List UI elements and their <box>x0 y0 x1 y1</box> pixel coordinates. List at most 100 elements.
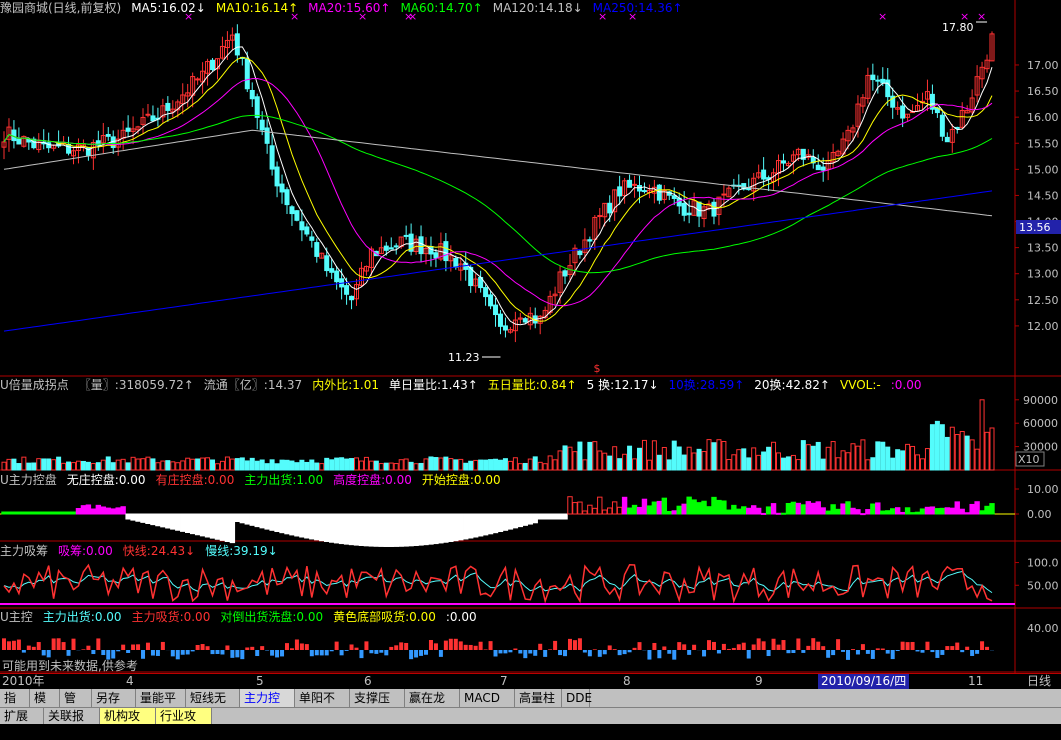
ukong-bar <box>240 650 244 659</box>
ukong-bar <box>469 645 473 650</box>
volume-bar <box>821 459 825 470</box>
ukong-bar <box>439 650 443 657</box>
candle-body <box>489 295 493 306</box>
fast-line <box>4 565 992 601</box>
ctrl-bar <box>647 506 651 514</box>
ext-tab-2[interactable]: 机构攻略 <box>100 708 156 724</box>
ctrl-bar <box>637 507 641 514</box>
volume-bar <box>335 458 339 470</box>
ctrl-bar <box>781 513 785 514</box>
ukong-bar <box>791 650 795 653</box>
candle-body <box>389 248 393 249</box>
tab-10[interactable]: MACD基本 <box>460 689 515 707</box>
ctrl-bar <box>612 502 616 514</box>
ukong-bar <box>920 650 924 653</box>
ctrl-bar <box>553 514 557 519</box>
volume-bar <box>985 432 989 470</box>
ukong-bar <box>935 650 939 658</box>
ctrl-bar <box>687 497 691 514</box>
tab-11[interactable]: 高量柱 <box>515 689 562 707</box>
ctrl-bar <box>617 507 621 514</box>
ctrl-tick-label: 0.00 <box>1027 508 1052 521</box>
candle-body <box>330 269 334 273</box>
ukong-legend-item: 主力吸货:0.00 <box>132 610 211 624</box>
ctrl-bar <box>523 514 527 525</box>
volume-bar <box>364 457 368 470</box>
ukong-bar <box>404 643 408 650</box>
ukong-bar <box>464 645 468 650</box>
date-axis: 2010/09/16/四 日线 2010年45678911 <box>0 673 1061 689</box>
ctrl-bar <box>389 514 393 546</box>
tab-6[interactable]: 主力控盘 <box>240 689 295 707</box>
ctrl-bar <box>667 511 671 514</box>
tab-0[interactable]: 指标 <box>0 689 30 707</box>
ukong-bar <box>752 644 756 650</box>
candle-body <box>126 128 130 131</box>
volume-bar <box>707 440 711 470</box>
ctrl-bar <box>727 510 731 514</box>
ctrl-bar <box>46 512 50 514</box>
price-tick-label: 13.00 <box>1027 268 1059 281</box>
candle-body <box>871 75 875 79</box>
volume-bar <box>245 461 249 470</box>
ukong-bar <box>235 650 239 657</box>
ext-tab-0[interactable]: 扩展区 <box>0 708 44 724</box>
tab-5[interactable]: 短线无敌 <box>186 689 240 707</box>
ukong-bar <box>479 642 483 650</box>
ukong-bar <box>280 650 284 656</box>
price-tick-label: 17.00 <box>1027 59 1059 72</box>
ukong-bar <box>156 650 160 656</box>
ctrl-bar <box>935 509 939 514</box>
signal-x-marker: × <box>878 10 887 23</box>
main-legend-item: MA10:16.14↑ <box>216 1 298 15</box>
ctrl-bar <box>81 506 85 514</box>
ukong-bar <box>568 639 572 650</box>
volume-bar <box>717 440 721 470</box>
ukong-bar <box>96 638 100 650</box>
ukong-bar <box>796 638 800 650</box>
future-data-note: 可能用到未来数据,供参考 <box>2 657 138 674</box>
volume-bar <box>359 461 363 470</box>
ctrl-bar <box>573 503 577 514</box>
volume-bar <box>687 447 691 470</box>
ctrl-bar <box>851 508 855 514</box>
tab-7[interactable]: 单阳不破 <box>295 689 350 707</box>
ctrl-bar <box>384 514 388 546</box>
ukong-bar <box>786 650 790 653</box>
ext-tab-3[interactable]: 行业攻略 <box>156 708 212 724</box>
volume-bar <box>603 453 607 470</box>
tab-2[interactable]: 管理 <box>60 689 92 707</box>
volume-bar <box>801 441 805 470</box>
ukong-bar <box>305 644 309 650</box>
ctrl-bar <box>568 497 572 514</box>
volume-bar <box>657 455 661 470</box>
ctrl-bar <box>394 514 398 546</box>
tab-12[interactable]: DDE <box>562 689 590 707</box>
volume-bar <box>628 446 632 470</box>
ctrl-bar <box>841 504 845 514</box>
ctrl-bar <box>116 508 120 514</box>
ukong-bar <box>330 650 334 651</box>
volume-bar <box>260 460 264 470</box>
tab-8[interactable]: 支撑压力 <box>350 689 405 707</box>
ctrl-bar <box>409 514 413 546</box>
stock-chart[interactable]: 12.0012.5013.0013.5014.0014.5015.0015.50… <box>0 0 1061 673</box>
volume-bar <box>146 457 150 470</box>
volume-bar <box>886 447 890 470</box>
ukong-bar <box>518 650 522 653</box>
ctrl-bar <box>588 505 592 514</box>
tab-3[interactable]: 另存为 <box>92 689 136 707</box>
tab-4[interactable]: 量能平台 <box>136 689 186 707</box>
ctrl-bar <box>32 512 36 514</box>
absorb-legend-item: 快线:24.43↓ <box>123 544 195 558</box>
period-label[interactable]: 日线 <box>1027 674 1051 689</box>
volume-bar <box>856 446 860 470</box>
volume-bar <box>12 459 16 470</box>
ext-tab-1[interactable]: 关联报价 <box>44 708 100 724</box>
volume-bar <box>806 445 810 470</box>
tab-1[interactable]: 模板 <box>30 689 60 707</box>
ctrl-bar <box>22 512 26 514</box>
tab-9[interactable]: 赢在龙头 <box>405 689 460 707</box>
ctrl-bar <box>533 514 537 523</box>
ctrl-bar <box>742 507 746 514</box>
